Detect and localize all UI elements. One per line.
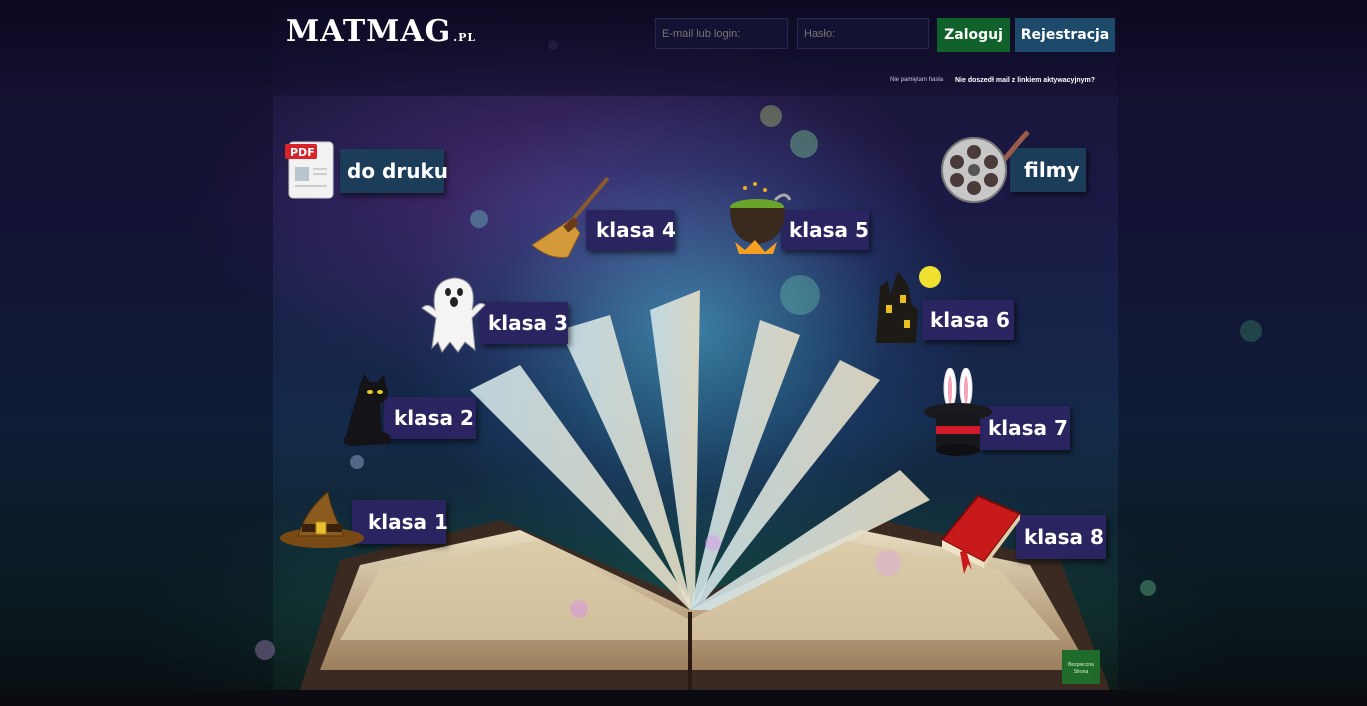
haunted-house-icon <box>868 265 944 345</box>
bokeh-sparkle <box>790 130 818 158</box>
grade-3-link[interactable]: klasa 3 <box>420 270 570 355</box>
black-cat-icon <box>338 372 394 448</box>
bokeh-sparkle <box>705 535 721 551</box>
grade-5-link[interactable]: klasa 5 <box>725 180 870 260</box>
bokeh-sparkle <box>350 455 364 469</box>
site-logo[interactable]: MATMAG .PL <box>286 14 476 49</box>
grade-2-link[interactable]: klasa 2 <box>338 372 478 452</box>
broom-icon <box>530 175 610 260</box>
register-button[interactable]: Rejestracja <box>1015 18 1115 52</box>
ghost-icon <box>420 270 486 354</box>
red-book-icon <box>938 490 1022 574</box>
grade-6-link[interactable]: klasa 6 <box>868 265 1016 345</box>
password-input[interactable] <box>797 18 929 49</box>
login-button[interactable]: Zaloguj <box>937 18 1010 52</box>
grade-5-label: klasa 5 <box>781 210 869 250</box>
print-label: do druku <box>340 149 448 193</box>
bokeh-sparkle <box>470 210 488 228</box>
pdf-document-icon: PDF <box>285 137 337 200</box>
magic-hat-rabbit-icon <box>922 367 994 458</box>
grade-1-link[interactable]: klasa 1 <box>280 488 448 553</box>
grade-2-label: klasa 2 <box>384 397 476 439</box>
safe-site-badge[interactable]: Bezpieczna Strona <box>1062 650 1100 684</box>
bokeh-sparkle <box>570 600 588 618</box>
bokeh-sparkle <box>875 550 901 576</box>
pdf-badge-text: PDF <box>290 146 315 159</box>
grade-3-label: klasa 3 <box>480 302 568 344</box>
bokeh-sparkle <box>1240 320 1262 342</box>
grade-4-link[interactable]: klasa 4 <box>530 175 676 260</box>
print-materials-link[interactable]: do druku PDF <box>285 137 448 202</box>
email-login-input[interactable] <box>655 18 788 49</box>
bokeh-sparkle <box>1140 580 1156 596</box>
forgot-password-link[interactable]: Nie pamiętam hasła <box>890 77 943 83</box>
cauldron-icon <box>725 180 792 258</box>
bokeh-sparkle <box>255 640 275 660</box>
bokeh-sparkle <box>780 275 820 315</box>
witch-hat-icon <box>280 488 366 550</box>
bokeh-sparkle <box>760 105 782 127</box>
logo-text: MATMAG <box>286 14 452 49</box>
resend-activation-link[interactable]: Nie doszedł mail z linkiem aktywacyjnym? <box>955 77 1095 84</box>
grade-7-link[interactable]: klasa 7 <box>922 367 1072 458</box>
grade-8-label: klasa 8 <box>1016 515 1106 559</box>
film-reel-icon <box>940 130 1032 205</box>
grade-1-label: klasa 1 <box>352 500 448 544</box>
films-link[interactable]: filmy <box>940 130 1088 205</box>
open-book-illustration <box>0 290 1367 706</box>
grade-8-link[interactable]: klasa 8 <box>938 490 1108 575</box>
logo-domain: .PL <box>453 31 477 44</box>
